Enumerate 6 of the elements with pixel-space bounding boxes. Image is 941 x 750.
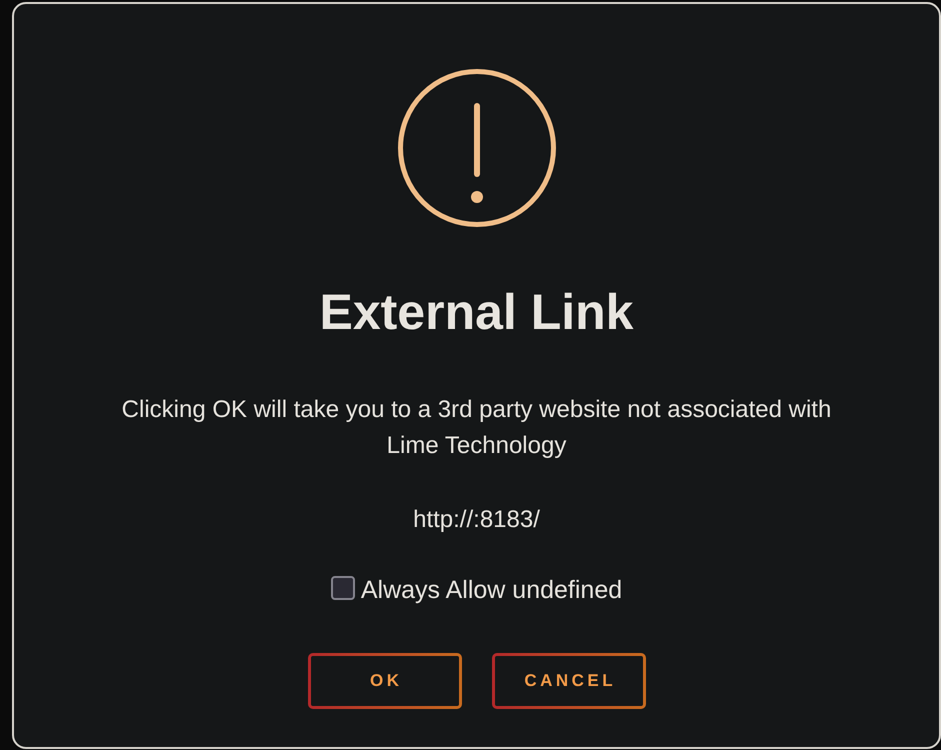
link-url: http://:8183/ bbox=[413, 505, 540, 535]
checkbox[interactable] bbox=[330, 576, 355, 600]
dialog-message: Clicking OK will take you to a 3rd party website not associated with Lime Technology bbox=[120, 395, 832, 461]
warning-icon bbox=[396, 68, 556, 228]
dialog-title: External Link bbox=[320, 284, 634, 340]
checkbox-label[interactable]: Always Allow undefined bbox=[360, 575, 622, 605]
